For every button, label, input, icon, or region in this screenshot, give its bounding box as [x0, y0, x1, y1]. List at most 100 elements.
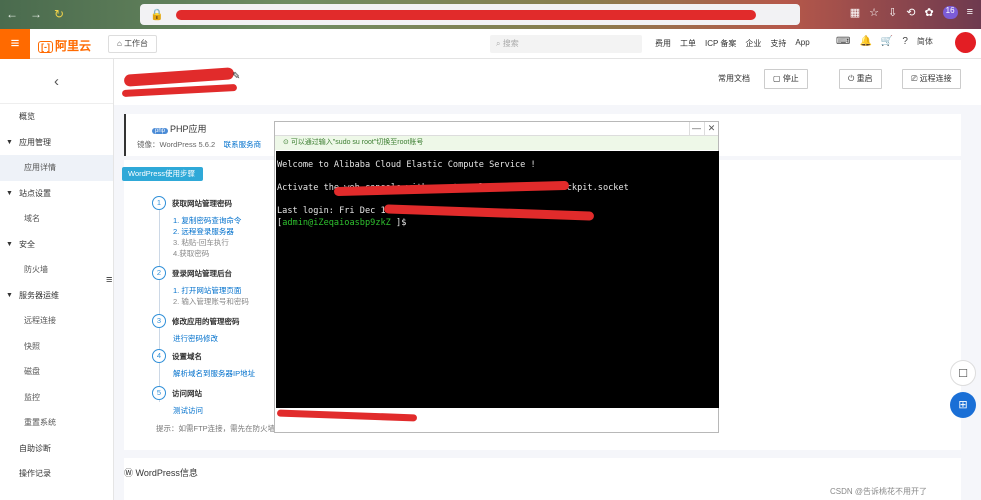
menu-icp[interactable]: ICP 备案 — [705, 38, 736, 49]
step-link[interactable]: 进行密码修改 — [173, 333, 218, 344]
sidebar-item[interactable]: ▼ 站点设置 — [0, 181, 113, 207]
step-link[interactable]: 测试访问 — [173, 405, 203, 416]
address-bar[interactable]: 🔒 — [140, 4, 800, 25]
restart-button[interactable]: ⏻ 重启 — [839, 69, 882, 89]
sidebar-item[interactable]: 概览 — [0, 104, 113, 130]
terminal-icon[interactable]: ⌨ — [836, 36, 850, 47]
avatar[interactable] — [955, 32, 976, 53]
minimize-button[interactable]: — — [689, 122, 703, 135]
browser-toolbar: ← → ↻ 🔒 ▦ ☆ ⇩ ⟲ ✿ 16 ≡ — [0, 0, 981, 29]
translate-icon[interactable]: ⟲ — [906, 6, 915, 19]
mirror-info: 镜像：WordPress 5.6.2 联系服务商 — [137, 139, 261, 150]
mirror-label: 镜像：WordPress 5.6.2 — [137, 140, 216, 149]
edit-pencil-icon[interactable]: ✎ — [232, 71, 240, 82]
step-number: 4 — [152, 349, 166, 363]
caret-down-icon: ▼ — [6, 189, 13, 197]
forward-arrow-icon[interactable]: → — [30, 7, 42, 21]
terminal-tip-text: 可以通过输入"sudo su root"切换至root账号 — [290, 139, 424, 146]
terminal-screen[interactable]: Welcome to Alibaba Cloud Elastic Compute… — [276, 151, 719, 408]
stop-icon: ▢ — [773, 74, 783, 83]
menu-billing[interactable]: 费用 — [655, 38, 671, 49]
remote-label: 远程连接 — [919, 74, 952, 83]
workbench-button[interactable]: ⌂ 工作台 — [108, 35, 158, 53]
menu-icon[interactable]: ≡ — [967, 6, 973, 19]
aliyun-logo[interactable]: [-] 阿里云 — [38, 37, 91, 54]
sidebar-item[interactable]: 监控 — [0, 385, 113, 411]
sidebar-item-label: 重置系统 — [24, 418, 56, 427]
remote-connect-button[interactable]: ⎚ 远程连接 — [902, 69, 961, 89]
sidebar-item[interactable]: ▼ 服务器运维 — [0, 283, 113, 309]
search-input[interactable]: ⌕ 搜索 — [490, 35, 642, 53]
console-topbar: ≡ [-] 阿里云 ⌂ 工作台 ⌕ 搜索 费用 工单 ICP 备案 企业 支持 A… — [0, 29, 981, 59]
sidebar-item[interactable]: 防火墙 — [0, 257, 113, 283]
step-link[interactable]: 1. 复制密码查询命令 — [173, 215, 241, 226]
contact-provider-link[interactable]: 联系服务商 — [224, 140, 262, 149]
extension-icon[interactable]: ✿ — [924, 6, 933, 19]
step-number: 5 — [152, 386, 166, 400]
step-link[interactable]: 2. 远程登录服务器 — [173, 226, 234, 237]
sidebar-item[interactable]: 磁盘 — [0, 359, 113, 385]
sidebar-item-label: 安全 — [19, 239, 35, 249]
sidebar-item[interactable]: 远程连接 — [0, 308, 113, 334]
back-arrow-icon[interactable]: ← — [6, 7, 18, 21]
sidebar-item-label: 快照 — [24, 341, 40, 351]
step-text: 2. 输入管理账号和密码 — [173, 297, 249, 306]
back-chevron-icon[interactable]: ‹ — [0, 59, 113, 104]
step-link[interactable]: 1. 打开网站管理页面 — [173, 285, 241, 296]
bell-icon[interactable]: 🔔 — [859, 36, 871, 47]
docs-link[interactable]: 常用文档 — [718, 73, 750, 84]
terminal-tip: ⊙ 可以通过输入"sudo su root"切换至root账号 — [275, 136, 718, 150]
workbench-label: 工作台 — [124, 39, 149, 48]
star-icon[interactable]: ☆ — [869, 6, 879, 19]
step-title: 访问网站 — [172, 389, 202, 398]
reload-icon[interactable]: ↻ — [54, 7, 64, 21]
sidebar-item[interactable]: 操作记录 — [0, 461, 113, 487]
caret-down-icon: ▼ — [6, 240, 13, 248]
sidebar-item[interactable]: 自助诊断 — [0, 436, 113, 462]
step-number: 1 — [152, 196, 166, 210]
sidebar-item[interactable]: 快照 — [0, 334, 113, 360]
watermark: CSDN @告诉桃花不用开了 — [830, 487, 928, 496]
sidebar-item[interactable]: 应用详情 — [0, 155, 113, 181]
sidebar-item-label: 概览 — [19, 112, 35, 121]
sidebar-item[interactable]: 重置系统 — [0, 410, 113, 436]
qr-icon[interactable]: ▦ — [850, 6, 860, 19]
collapse-toggle-icon[interactable]: ≡ — [106, 274, 112, 286]
sidebar-item[interactable]: ▼ 安全 — [0, 232, 113, 258]
restart-label: 重启 — [856, 74, 873, 83]
step-text: 3. 粘贴-回车执行 — [173, 238, 229, 247]
hamburger-menu-icon[interactable]: ≡ — [0, 29, 30, 59]
step-title: 设置域名 — [172, 352, 202, 361]
apps-grid-button[interactable]: ⊞ — [950, 392, 976, 418]
search-placeholder: 搜索 — [502, 39, 519, 48]
sidebar-item-label: 防火墙 — [24, 265, 48, 274]
search-icon: ⌕ — [496, 39, 503, 48]
sidebar-item[interactable]: 域名 — [0, 206, 113, 232]
instance-header: ✎ 常用文档 ▢ 停止 ⏻ 重启 ⎚ 远程连接 — [114, 59, 981, 105]
step-link[interactable]: 解析域名到服务器IP地址 — [173, 368, 255, 379]
sidebar-item[interactable]: ▼ 应用管理 — [0, 130, 113, 156]
stop-button[interactable]: ▢ 停止 — [764, 69, 808, 89]
prompt-suffix: ]$ — [390, 217, 407, 228]
close-button[interactable]: ✕ — [704, 122, 718, 135]
menu-support[interactable]: 支持 — [770, 38, 786, 49]
menu-ticket[interactable]: 工单 — [680, 38, 696, 49]
wordpress-steps-tag: WordPress使用步骤 — [122, 167, 203, 181]
sidebar-item-label: 站点设置 — [19, 188, 51, 198]
language-switch[interactable]: 简体 — [917, 36, 933, 47]
feedback-button[interactable]: ☐ — [950, 360, 976, 386]
sidebar-item-label: 应用详情 — [24, 163, 56, 172]
menu-enterprise[interactable]: 企业 — [745, 38, 761, 49]
download-icon[interactable]: ⇩ — [888, 6, 897, 19]
help-icon[interactable]: ? — [902, 36, 908, 47]
wordpress-info-text: WordPress信息 — [135, 468, 198, 478]
caret-down-icon: ▼ — [6, 138, 13, 146]
sidebar-item-label: 域名 — [24, 214, 40, 223]
menu-app[interactable]: App — [795, 38, 809, 49]
extension-badge[interactable]: 16 — [942, 6, 958, 19]
wordpress-info-title: Ⓦ WordPress信息 — [124, 466, 198, 479]
cart-icon[interactable]: 🛒 — [881, 36, 893, 47]
step-number: 2 — [152, 266, 166, 280]
app-title: php PHP应用 — [152, 122, 207, 135]
home-icon: ⌂ — [117, 39, 125, 48]
